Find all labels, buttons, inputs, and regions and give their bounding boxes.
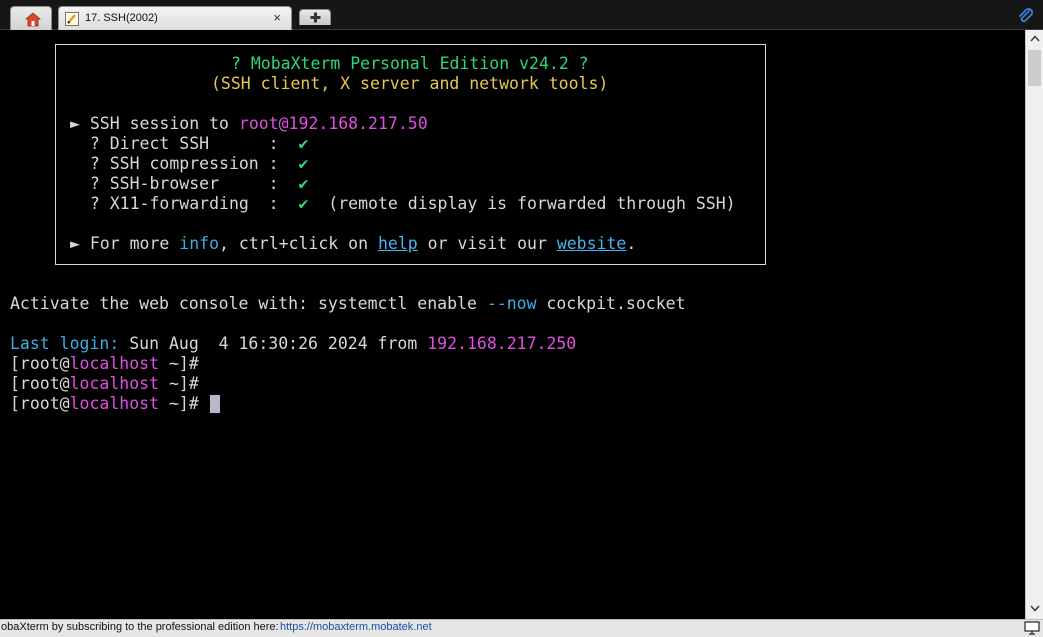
scroll-down-icon[interactable] [1029, 602, 1041, 614]
feature-label: ? SSH compression : [70, 154, 299, 173]
tab-ssh-session[interactable]: 17. SSH(2002) × [58, 6, 292, 30]
status-message: obaXterm by subscribing to the professio… [1, 621, 279, 633]
prompt-line: [root@localhost ~]# [10, 374, 199, 394]
prompt-close: ~]# [159, 374, 199, 393]
activate-flag: --now [486, 294, 537, 313]
feature-ssh-browser: ? SSH-browser : ✔ [70, 174, 309, 194]
feature-direct-ssh: ? Direct SSH : ✔ [70, 134, 309, 154]
more-info-mid: , ctrl+click on [219, 234, 378, 253]
terminal-area[interactable]: ? MobaXterm Personal Edition v24.2 ? (SS… [4, 30, 1025, 619]
tab-title: 17. SSH(2002) [85, 12, 158, 24]
help-link[interactable]: help [378, 234, 418, 253]
feature-x11-forwarding: ? X11-forwarding : ✔ (remote display is … [70, 194, 736, 214]
feature-note: (remote display is forwarded through SSH… [308, 194, 736, 213]
last-login-line: Last login: Sun Aug 4 16:30:26 2024 from… [10, 334, 576, 354]
vertical-scrollbar[interactable] [1025, 30, 1043, 619]
feature-ssh-compression: ? SSH compression : ✔ [70, 154, 309, 174]
prompt-open: [root@ [10, 394, 70, 413]
banner-title: ? MobaXterm Personal Edition v24.2 ? [231, 54, 589, 73]
activate-suffix: cockpit.socket [536, 294, 686, 313]
info-text: info [179, 234, 220, 253]
last-login-time: Sun Aug 4 16:30:26 2024 from [119, 334, 428, 353]
last-login-ip: 192.168.217.250 [427, 334, 577, 353]
status-url-link[interactable]: https://mobaxterm.mobatek.net [280, 621, 432, 633]
more-info-prefix: ► For more [70, 234, 180, 253]
prompt-host: localhost [69, 354, 160, 373]
status-bar: obaXterm by subscribing to the professio… [0, 619, 1043, 637]
check-icon: ✔ [298, 194, 309, 213]
more-info-line: ► For more info, ctrl+click on help or v… [70, 234, 636, 254]
tab-home[interactable] [10, 6, 52, 30]
terminal-cursor [210, 395, 220, 413]
ssh-session-icon [65, 12, 79, 26]
check-icon: ✔ [298, 154, 309, 173]
monitor-icon[interactable] [1024, 621, 1040, 635]
feature-label: ? X11-forwarding : [70, 194, 299, 213]
ssh-session-prefix: ► SSH session to [70, 114, 239, 133]
activate-console-line: Activate the web console with: systemctl… [10, 294, 686, 314]
prompt-open: [root@ [10, 354, 70, 373]
banner-subtitle: (SSH client, X server and network tools) [211, 74, 609, 93]
ssh-session-line: ► SSH session to root@192.168.217.50 [70, 114, 428, 134]
last-login-label: Last login: [10, 334, 120, 353]
feature-label: ? Direct SSH : [70, 134, 299, 153]
website-link[interactable]: website [557, 234, 627, 253]
prompt-line: [root@localhost ~]# [10, 354, 199, 374]
prompt-close: ~]# [159, 354, 199, 373]
plus-icon [310, 12, 321, 23]
tab-bar: 17. SSH(2002) × [0, 0, 1043, 30]
prompt-host: localhost [69, 394, 160, 413]
feature-label: ? SSH-browser : [70, 174, 299, 193]
prompt-open: [root@ [10, 374, 70, 393]
prompt-host: localhost [69, 374, 160, 393]
more-info-mid2: or visit our [417, 234, 557, 253]
scroll-up-icon[interactable] [1029, 33, 1041, 45]
home-icon [25, 12, 41, 27]
ssh-session-target: root@192.168.217.50 [238, 114, 428, 133]
paperclip-icon[interactable] [1017, 7, 1035, 25]
new-tab-button[interactable] [299, 9, 331, 25]
prompt-close: ~]# [159, 394, 199, 413]
scroll-thumb[interactable] [1028, 50, 1041, 86]
more-info-end: . [626, 234, 637, 253]
check-icon: ✔ [298, 134, 309, 153]
prompt-line-active[interactable]: [root@localhost ~]# [10, 394, 199, 414]
tab-close-button[interactable]: × [273, 10, 281, 25]
activate-prefix: Activate the web console with: systemctl… [10, 294, 487, 313]
check-icon: ✔ [298, 174, 309, 193]
